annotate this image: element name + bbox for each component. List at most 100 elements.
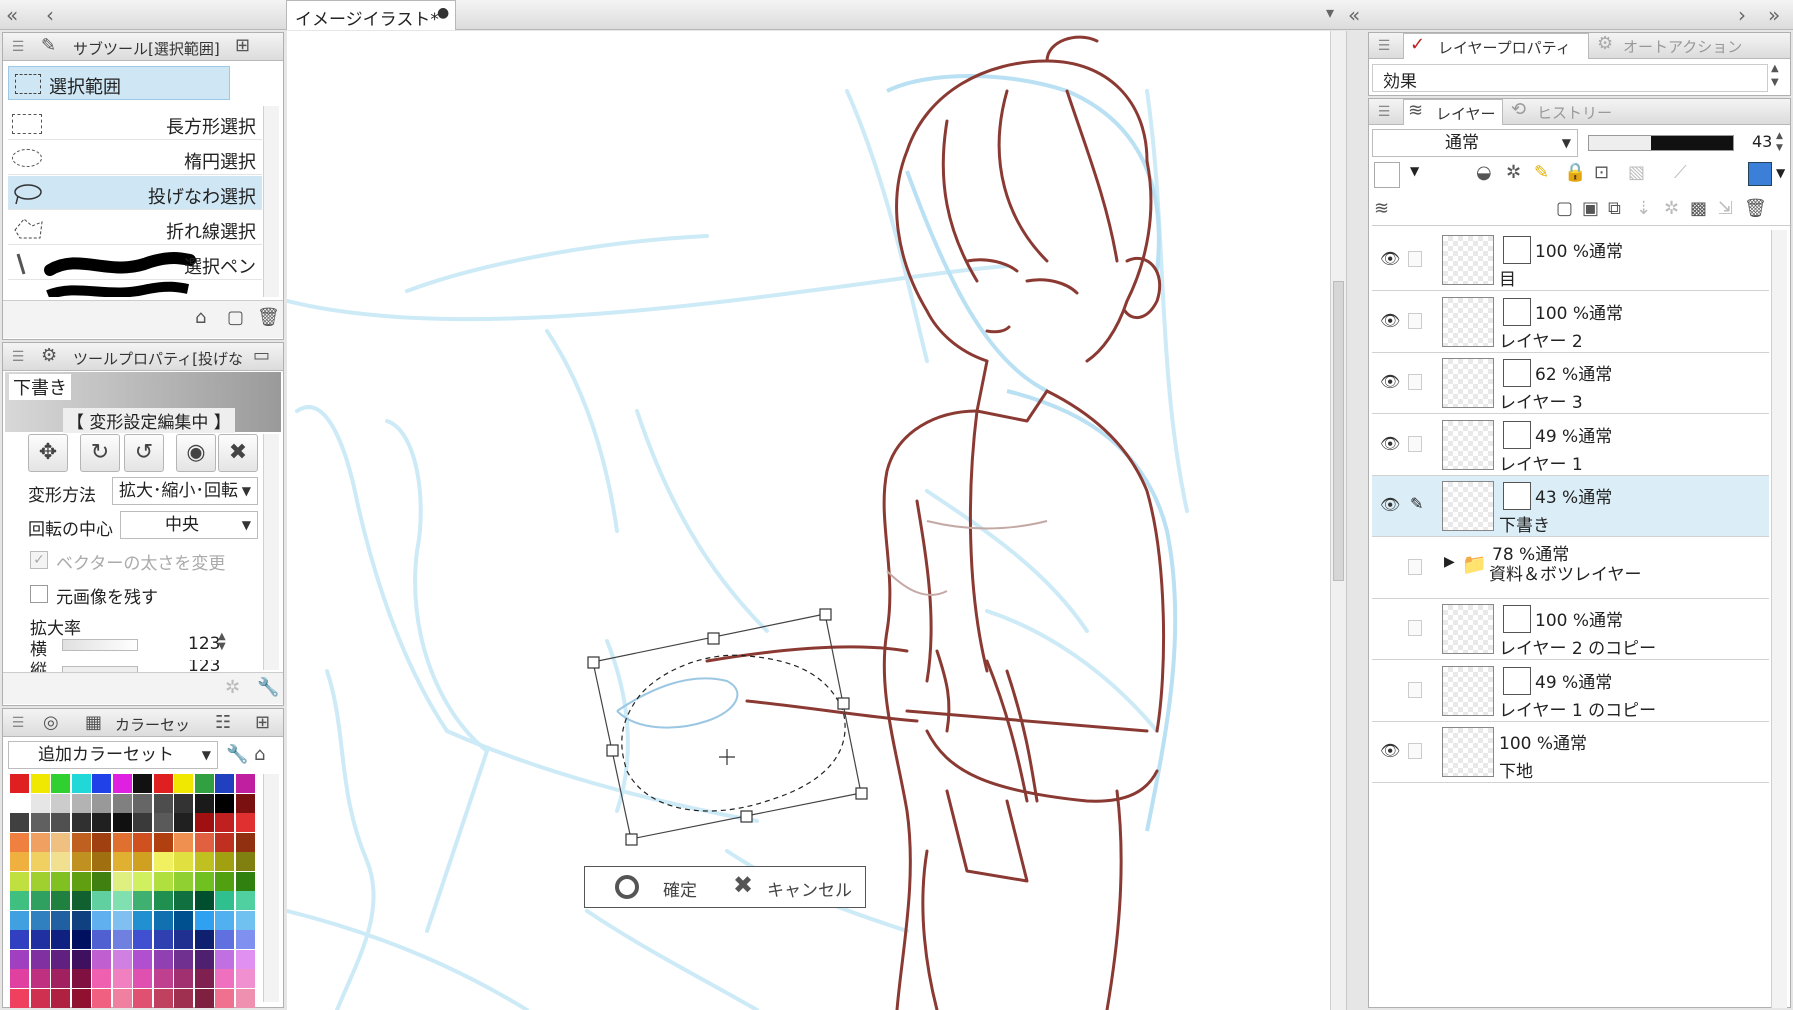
color-swatch[interactable] (51, 793, 70, 813)
color-swatch[interactable] (10, 871, 29, 891)
cancel-x-button[interactable]: ✖ (218, 434, 258, 472)
color-swatch[interactable] (71, 910, 91, 930)
color-swatch[interactable] (174, 871, 193, 891)
eye-hidden-icon[interactable] (1380, 557, 1400, 577)
color-swatch[interactable] (30, 949, 50, 969)
color-swatch[interactable] (133, 891, 152, 910)
color-swatch[interactable] (174, 988, 193, 1008)
color-swatch[interactable] (194, 988, 214, 1008)
color-swatch[interactable] (112, 949, 132, 969)
detail-window-icon[interactable]: ▭ (253, 345, 270, 366)
color-swatch[interactable] (215, 891, 234, 910)
color-swatch[interactable] (153, 969, 173, 988)
color-swatch[interactable] (51, 852, 70, 871)
layer-color-icon[interactable] (1748, 162, 1772, 186)
color-swatch[interactable] (30, 969, 50, 988)
color-swatch[interactable] (153, 774, 173, 793)
layer-row[interactable]: 49 %通常 レイヤー 1 のコピー (1372, 660, 1769, 722)
color-swatch[interactable] (174, 910, 193, 930)
color-swatch[interactable] (194, 910, 214, 930)
wrench-icon[interactable]: 🔧 (226, 744, 248, 765)
color-swatch[interactable] (153, 910, 173, 930)
new-vector-layer-icon[interactable]: ▣ (1582, 198, 1599, 219)
color-swatch[interactable] (71, 891, 91, 910)
rotation-center-select[interactable]: 中央 ▼ (120, 511, 258, 539)
layers-stack-icon[interactable]: ≋ (1374, 198, 1389, 219)
color-swatch[interactable] (112, 852, 132, 871)
color-swatch[interactable] (30, 891, 50, 910)
color-swatch[interactable] (194, 832, 214, 852)
color-swatch[interactable] (51, 832, 70, 852)
color-swatch[interactable] (153, 949, 173, 969)
color-swatch[interactable] (71, 871, 91, 891)
eye-icon[interactable]: 👁 (1380, 311, 1400, 331)
mask-icon[interactable]: ▩ (1690, 198, 1707, 219)
color-swatch[interactable] (235, 832, 255, 852)
color-swatch[interactable] (71, 774, 91, 793)
color-swatch[interactable] (174, 813, 193, 832)
color-swatch[interactable] (235, 910, 255, 930)
panel-menu-icon[interactable]: ☰ (1373, 101, 1395, 123)
color-swatch[interactable] (112, 988, 132, 1008)
color-set-scrollbar[interactable] (263, 774, 279, 1002)
eye-icon[interactable]: 👁 (1380, 495, 1400, 515)
layer-row[interactable]: 👁 100 %通常 レイヤー 2 (1372, 291, 1769, 353)
color-swatch[interactable] (235, 852, 255, 871)
color-swatch[interactable] (194, 930, 214, 949)
color-swatch[interactable] (71, 930, 91, 949)
color-swatch[interactable] (235, 988, 255, 1008)
eye-icon[interactable]: 👁 (1380, 249, 1400, 269)
layer-row[interactable]: 👁 ✎ 43 %通常 下書き (1372, 476, 1769, 537)
apply-mask-icon[interactable]: ⇲ (1718, 198, 1733, 219)
color-swatch[interactable] (30, 793, 50, 813)
color-swatch[interactable] (235, 774, 255, 793)
color-swatch[interactable] (30, 988, 50, 1008)
color-swatch[interactable] (10, 988, 29, 1008)
color-swatch[interactable] (133, 930, 152, 949)
subtool-item-lasso[interactable]: 投げなわ選択 (8, 176, 262, 210)
rotate-ccw-button[interactable]: ↺ (124, 434, 164, 472)
tab-history[interactable]: ⟲ ヒストリー (1507, 99, 1627, 125)
color-swatch[interactable] (133, 793, 152, 813)
layer-check-box[interactable] (1408, 743, 1422, 759)
unsaved-dot-icon[interactable]: ● (437, 5, 449, 21)
color-swatch[interactable] (71, 949, 91, 969)
color-swatch[interactable] (215, 969, 234, 988)
color-swatch[interactable] (92, 988, 111, 1008)
expand-arrow-icon[interactable]: ▶ (1444, 554, 1455, 570)
color-swatch[interactable] (10, 813, 29, 832)
color-swatch[interactable] (215, 930, 234, 949)
color-set-select[interactable]: 追加カラーセット ▼ (8, 741, 218, 769)
color-swatch[interactable] (10, 852, 29, 871)
color-swatch[interactable] (133, 774, 152, 793)
new-subtool-icon[interactable]: ▢ (227, 307, 244, 328)
chevron-right-icon[interactable]: › (1738, 3, 1746, 27)
color-swatch[interactable] (174, 969, 193, 988)
color-swatch[interactable] (235, 813, 255, 832)
transfer-icon[interactable]: ⇣ (1636, 198, 1651, 219)
color-swatch[interactable] (71, 793, 91, 813)
color-swatch[interactable] (153, 871, 173, 891)
color-swatch[interactable] (133, 871, 152, 891)
color-swatch[interactable] (10, 891, 29, 910)
color-swatch[interactable] (10, 793, 29, 813)
blend-mode-select[interactable]: 通常 ▼ (1372, 129, 1578, 157)
color-swatch[interactable] (112, 813, 132, 832)
confirm-circle-button[interactable]: ◉ (176, 434, 216, 472)
new-raster-layer-icon[interactable]: ▢ (1556, 198, 1573, 219)
color-swatch[interactable] (51, 969, 70, 988)
color-swatch[interactable] (92, 949, 111, 969)
color-swatch[interactable] (30, 813, 50, 832)
eye-hidden-icon[interactable] (1380, 618, 1400, 638)
panel-menu-icon[interactable]: ☰ (7, 36, 29, 58)
color-swatch[interactable] (194, 969, 214, 988)
list-view-icon[interactable]: ☷ (215, 712, 231, 733)
color-swatch[interactable] (153, 832, 173, 852)
color-swatch[interactable] (92, 969, 111, 988)
subtool-group-selection[interactable]: 選択範囲 (8, 66, 230, 100)
transform-confirm-button[interactable]: 確定 (589, 871, 719, 903)
layer-scrollbar[interactable] (1771, 230, 1787, 1008)
color-swatch[interactable] (92, 832, 111, 852)
transform-bbox[interactable] (587, 608, 868, 846)
rotate-cw-button[interactable]: ↻ (80, 434, 120, 472)
